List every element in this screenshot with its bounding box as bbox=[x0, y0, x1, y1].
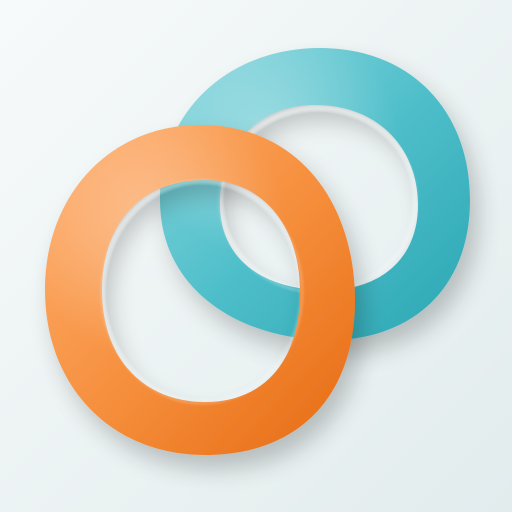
artwork-canvas bbox=[0, 0, 512, 512]
interlocking-rings-artwork bbox=[0, 0, 512, 512]
